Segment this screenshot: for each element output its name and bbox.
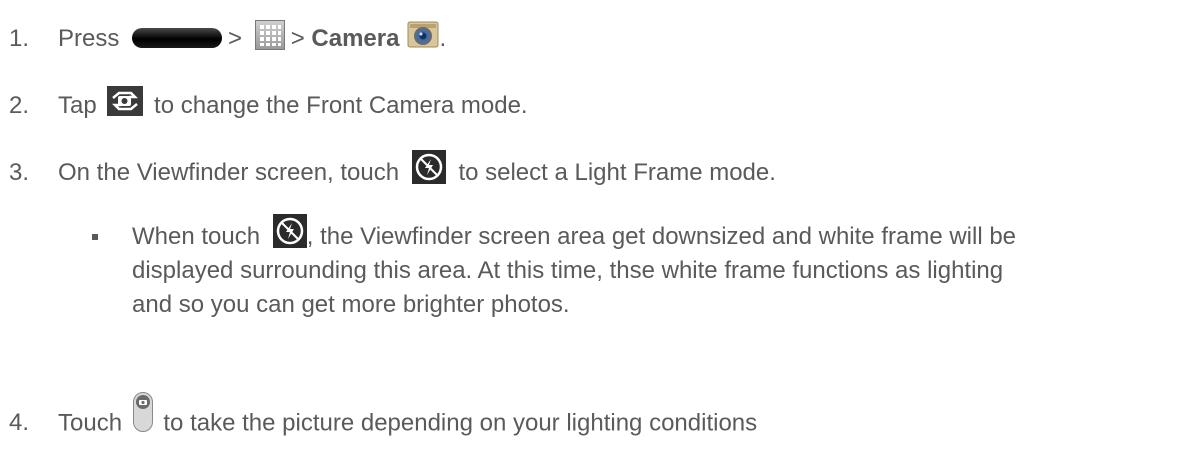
step-text-before: On the Viewfinder screen, touch bbox=[58, 159, 400, 186]
camera-label: Camera bbox=[311, 25, 400, 52]
note-text-before: When touch bbox=[132, 223, 261, 250]
step-text-before: Tap bbox=[58, 92, 97, 119]
note-text-after: , the Viewfinder screen area get downsiz… bbox=[306, 223, 1017, 250]
step-3: 3. On the Viewfinder screen, touch to sel… bbox=[9, 149, 776, 191]
step-number: 2. bbox=[9, 92, 30, 119]
separator: > bbox=[290, 25, 305, 52]
note-line-1: When touch , the Viewfinder screen area … bbox=[132, 213, 1017, 255]
apps-grid-icon bbox=[254, 19, 285, 50]
step-text-after: to select a Light Frame mode. bbox=[458, 159, 776, 186]
step-text-after: to change the Front Camera mode. bbox=[154, 92, 528, 119]
camera-app-icon bbox=[407, 19, 439, 49]
step-text-press: Press bbox=[58, 25, 120, 52]
step-number: 4. bbox=[9, 409, 30, 437]
note-line-2: displayed surrounding this area. At this… bbox=[132, 257, 1004, 284]
step-number: 3. bbox=[9, 159, 30, 186]
shutter-icon bbox=[132, 392, 153, 432]
light-frame-icon bbox=[272, 213, 307, 248]
period: . bbox=[439, 25, 447, 52]
step-number: 1. bbox=[9, 25, 30, 52]
light-frame-icon bbox=[411, 149, 446, 184]
home-key-icon bbox=[132, 27, 223, 48]
step-text-after: to take the picture depending on your li… bbox=[163, 409, 758, 437]
step-text-before: Touch bbox=[58, 409, 123, 437]
step-2: 2. Tap to change the Front Camera mode. bbox=[9, 85, 528, 122]
note-line-3: and so you can get more brighter photos. bbox=[132, 291, 570, 318]
bullet-marker bbox=[92, 234, 98, 240]
switch-camera-icon bbox=[107, 85, 144, 116]
separator: > bbox=[228, 25, 243, 52]
step-1: 1. Press > > Camera . bbox=[9, 19, 447, 55]
step-4: 4. Touch to take the picture depending on… bbox=[9, 392, 758, 444]
